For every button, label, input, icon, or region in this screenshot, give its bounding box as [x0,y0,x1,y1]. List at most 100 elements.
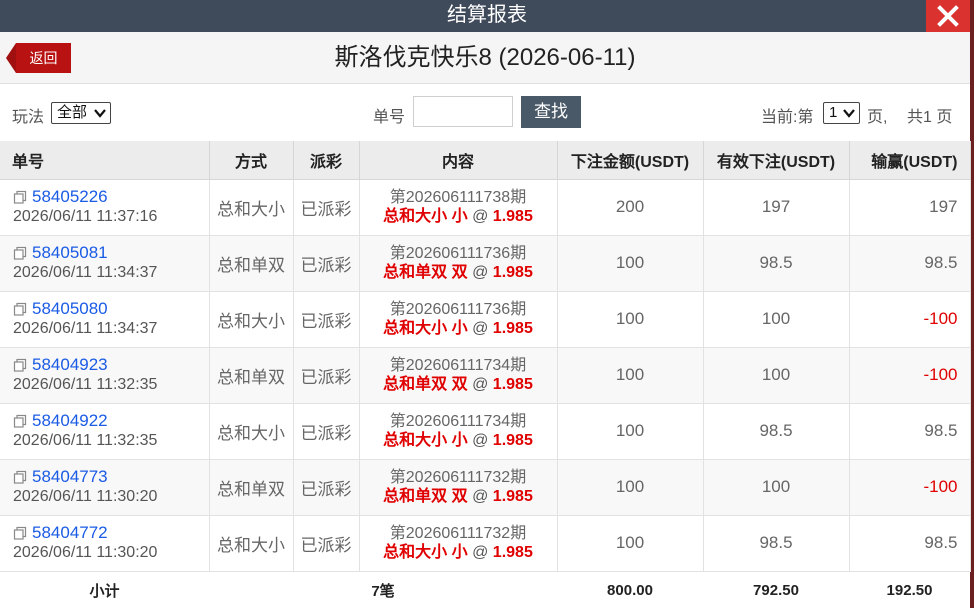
method-cell: 总和大小 [209,403,294,460]
bet-odds: 1.985 [492,431,533,449]
copy-icon[interactable] [13,190,27,204]
order-number-link[interactable]: 58404772 [32,523,108,543]
result-cell: 197 [849,179,971,236]
titlebar: 结算报表 [0,0,974,32]
order-cell: 58405080 2026/06/11 11:34:37 [0,291,210,348]
bet-type: 总和大小 [383,319,448,337]
play-type-select[interactable]: 全部 [51,102,111,124]
order-cell: 58405081 2026/06/11 11:34:37 [0,235,210,292]
bet-type: 总和大小 [383,543,448,561]
period-text: 第202606111736期 [389,244,527,262]
order-number-input[interactable] [413,96,513,127]
bet-type: 总和大小 [383,431,448,449]
order-number-link[interactable]: 58404922 [32,411,108,431]
search-button[interactable]: 查找 [521,96,581,128]
valid-bet-cell: 98.5 [703,235,850,292]
page-title: 斯洛伐克快乐8 (2026-06-11) [334,44,636,71]
page-suffix-label: 页, [867,109,888,126]
content-cell: 第202606111738期 总和大小 小 @ 1.985 [359,179,558,236]
settlement-table: 单号 方式 派彩 内容 下注金额(USDT) 有效下注(USDT) 输赢(USD… [0,141,971,608]
at-symbol: @ [472,543,489,561]
method-cell: 总和大小 [209,291,294,348]
order-time: 2026/06/11 11:30:20 [13,488,158,505]
amount-cell: 100 [557,403,704,460]
content-cell: 第202606111732期 总和大小 小 @ 1.985 [359,515,558,572]
back-arrow-icon [6,43,16,73]
page-select[interactable]: 1 [823,102,860,124]
status-cell: 已派彩 [293,459,360,516]
play-type-value: 全部 [57,104,88,121]
content-cell: 第202606111732期 总和单双 双 @ 1.985 [359,459,558,516]
column-header-amount: 下注金额(USDT) [557,141,704,180]
status-cell: 已派彩 [293,291,360,348]
order-number-link[interactable]: 58404773 [32,467,108,487]
order-time: 2026/06/11 11:34:37 [13,320,158,337]
order-number-link[interactable]: 58405226 [32,187,108,207]
bet-odds: 1.985 [492,543,533,561]
back-button[interactable]: 返回 [6,43,71,73]
content-cell: 第202606111734期 总和大小 小 @ 1.985 [359,403,558,460]
order-time: 2026/06/11 11:32:35 [13,376,158,393]
bet-odds: 1.985 [492,319,533,337]
bet-pick: 双 [451,487,468,505]
period-text: 第202606111736期 [389,300,527,318]
status-cell: 已派彩 [293,179,360,236]
report-header: 斯洛伐克快乐8 (2026-06-11) 返回 [0,32,970,84]
total-pages-label: 共1 页 [907,109,953,126]
at-symbol: @ [472,375,489,393]
copy-icon[interactable] [13,358,27,372]
order-number-link[interactable]: 58405081 [32,243,108,263]
close-button[interactable] [926,0,970,32]
bet-odds: 1.985 [492,375,533,393]
current-page-label: 当前:第 [761,109,814,126]
amount-cell: 200 [557,179,704,236]
copy-icon[interactable] [13,526,27,540]
window-title: 结算报表 [447,4,527,26]
bet-type: 总和单双 [383,375,448,393]
at-symbol: @ [472,431,489,449]
amount-cell: 100 [557,291,704,348]
amount-cell: 100 [557,235,704,292]
chevron-down-icon [843,109,855,118]
copy-icon[interactable] [13,302,27,316]
bet-pick: 双 [451,375,468,393]
column-header-status: 派彩 [293,141,360,180]
table-row: 58404773 2026/06/11 11:30:20 总和单双 已派彩 第2… [0,459,971,516]
status-cell: 已派彩 [293,347,360,404]
order-time: 2026/06/11 11:32:35 [13,432,158,449]
valid-bet-cell: 98.5 [703,403,850,460]
bet-pick: 小 [451,207,468,225]
amount-cell: 100 [557,459,704,516]
column-header-content: 内容 [359,141,558,180]
result-cell: -100 [849,459,971,516]
status-cell: 已派彩 [293,515,360,572]
order-number-link[interactable]: 58404923 [32,355,108,375]
play-type-label: 玩法 [12,109,45,126]
page-select-value: 1 [829,104,838,121]
period-text: 第202606111732期 [389,524,527,542]
amount-cell: 100 [557,515,704,572]
back-button-label: 返回 [16,43,71,73]
method-cell: 总和单双 [209,235,294,292]
order-cell: 58404923 2026/06/11 11:32:35 [0,347,210,404]
subtotal-result: 192.50 [849,571,970,608]
result-cell: -100 [849,347,971,404]
method-cell: 总和大小 [209,179,294,236]
copy-icon[interactable] [13,246,27,260]
valid-bet-cell: 98.5 [703,515,850,572]
subtotal-row: 小计 7笔 800.00 792.50 192.50 [0,571,970,608]
order-time: 2026/06/11 11:37:16 [13,208,158,225]
order-number-link[interactable]: 58405080 [32,299,108,319]
copy-icon[interactable] [13,470,27,484]
copy-icon[interactable] [13,414,27,428]
method-cell: 总和大小 [209,515,294,572]
valid-bet-cell: 197 [703,179,850,236]
valid-bet-cell: 100 [703,459,850,516]
table-row: 58405080 2026/06/11 11:34:37 总和大小 已派彩 第2… [0,291,971,348]
subtotal-label: 小计 [0,571,209,608]
valid-bet-cell: 100 [703,347,850,404]
table-row: 58405081 2026/06/11 11:34:37 总和单双 已派彩 第2… [0,235,971,292]
order-time: 2026/06/11 11:34:37 [13,264,158,281]
at-symbol: @ [472,487,489,505]
method-cell: 总和单双 [209,347,294,404]
